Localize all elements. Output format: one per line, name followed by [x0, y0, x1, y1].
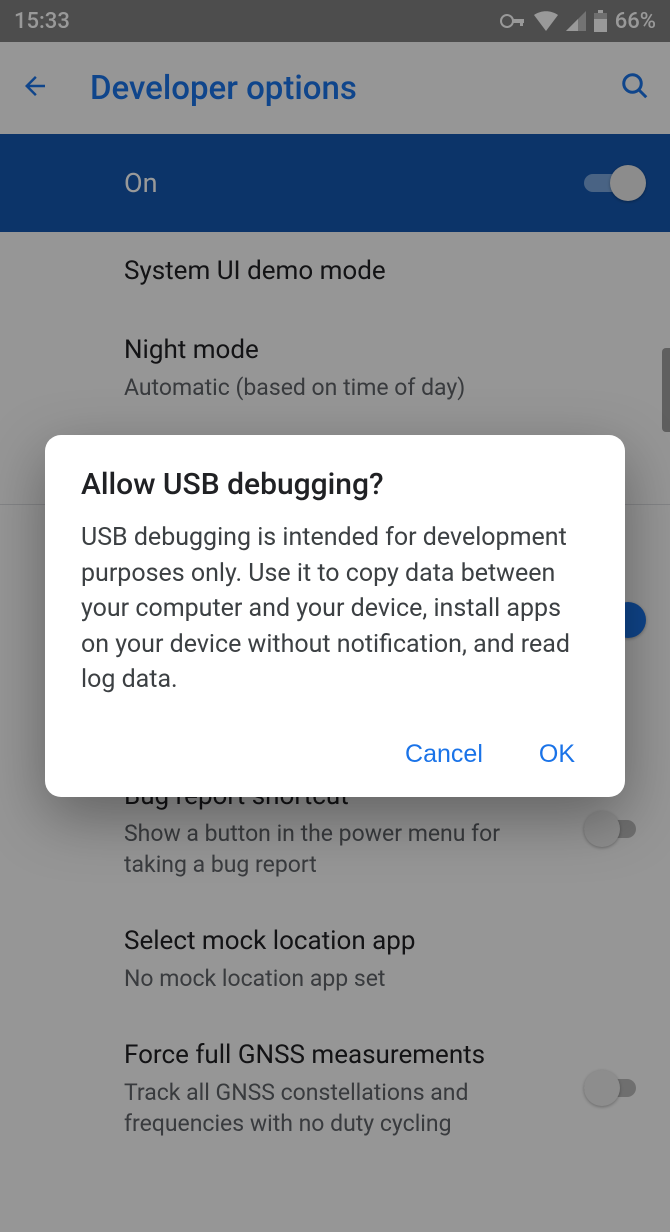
dialog-body: USB debugging is intended for developmen… [81, 520, 589, 698]
cancel-button[interactable]: Cancel [399, 732, 489, 777]
dialog-actions: Cancel OK [81, 732, 589, 777]
usb-debugging-dialog: Allow USB debugging? USB debugging is in… [45, 435, 625, 797]
ok-button[interactable]: OK [533, 732, 581, 777]
dialog-title: Allow USB debugging? [81, 467, 589, 502]
dialog-scrim[interactable]: Allow USB debugging? USB debugging is in… [0, 0, 670, 1232]
